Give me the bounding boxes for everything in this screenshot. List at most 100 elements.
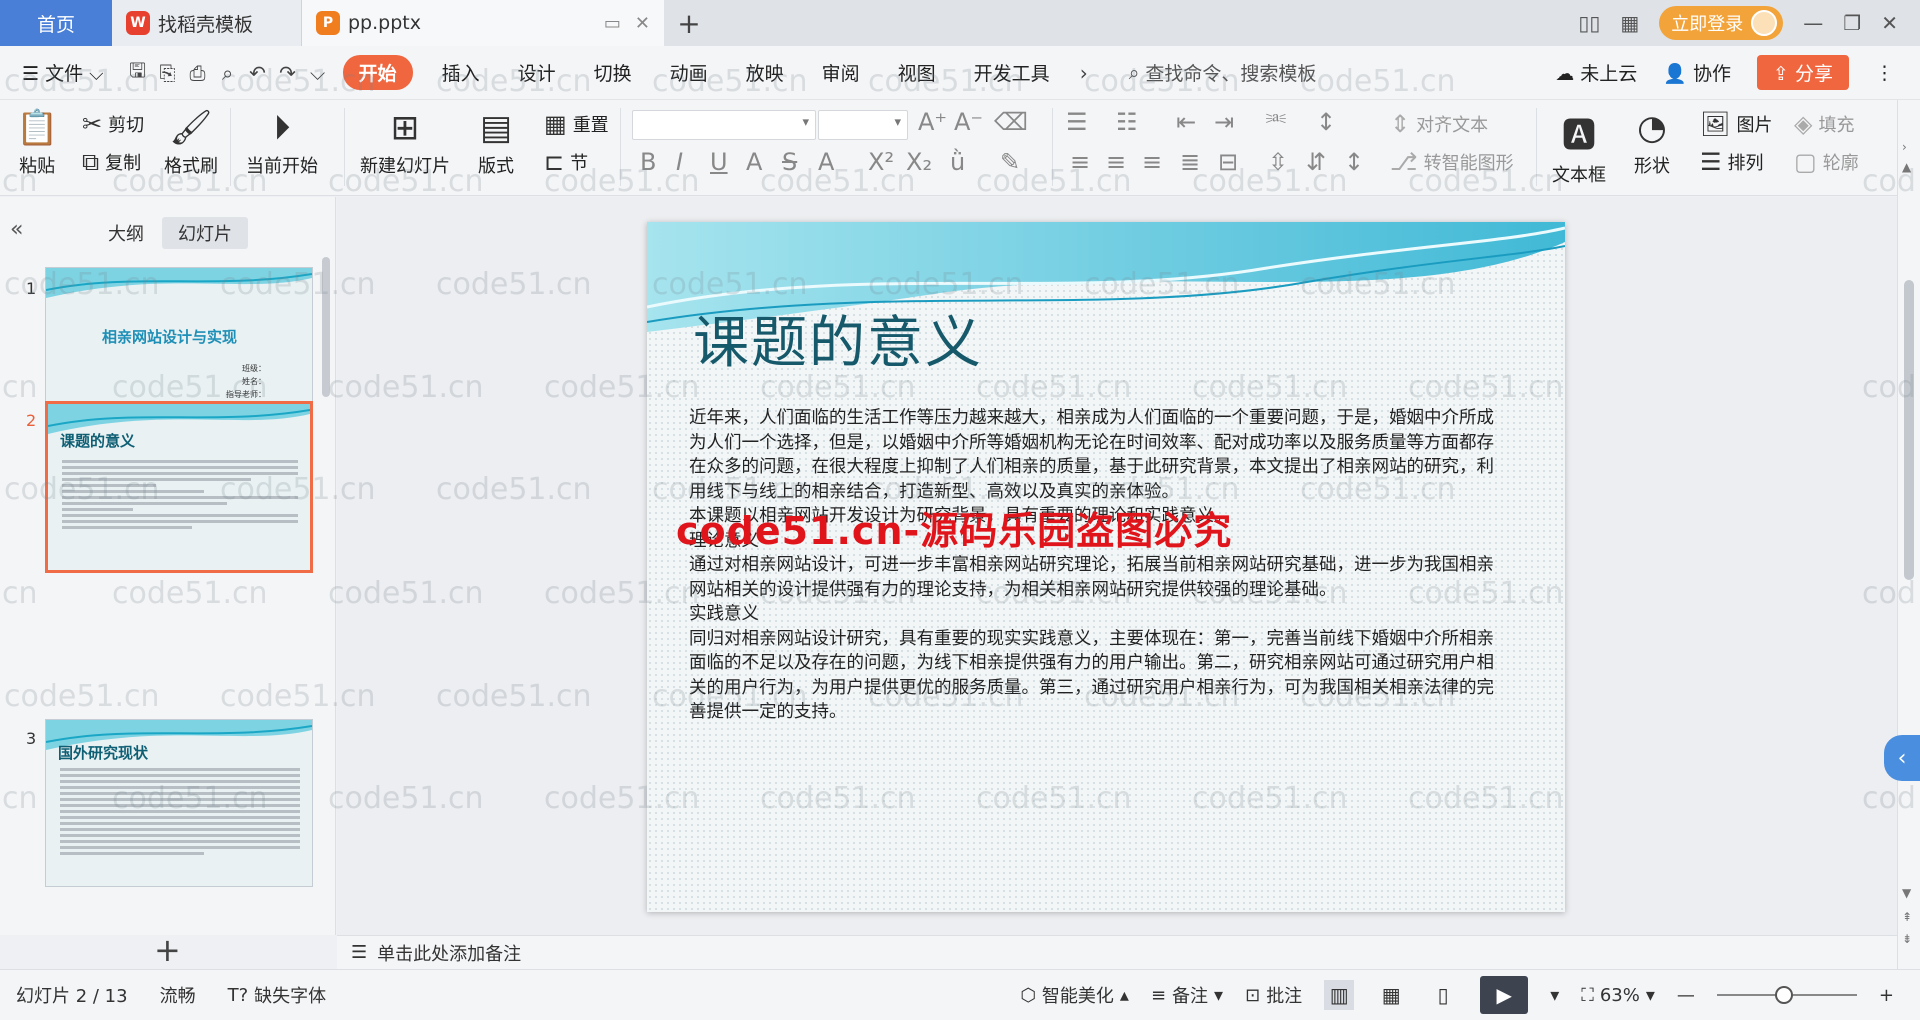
highlight-icon[interactable]: ✎ bbox=[1000, 148, 1020, 176]
fill-button[interactable]: ◈ 填充 bbox=[1794, 110, 1854, 138]
align-left-icon[interactable]: ≡ bbox=[1070, 148, 1090, 176]
slide-body-text[interactable]: 近年来，人们面临的生活工作等压力越来越大，相亲成为人们面临的一个重要问题，于是，… bbox=[689, 406, 1507, 725]
justify-icon[interactable]: ≣ bbox=[1180, 148, 1200, 176]
align-right-icon[interactable]: ≡ bbox=[1142, 148, 1162, 176]
slideshow-play-button[interactable]: ▶ bbox=[1480, 976, 1529, 1014]
side-panel-toggle-icon[interactable]: ‹ bbox=[1884, 735, 1920, 781]
close-window-icon[interactable]: ✕ bbox=[1881, 11, 1898, 35]
menu-insert[interactable]: 插入 bbox=[423, 59, 499, 86]
print-icon[interactable]: ⎙ bbox=[183, 61, 213, 85]
font-family-select[interactable] bbox=[632, 110, 816, 140]
docer-template-tab[interactable]: W 找稻壳模板 bbox=[112, 0, 302, 46]
notes-toggle-button[interactable]: ≡ 备注 ▾ bbox=[1151, 982, 1223, 1008]
document-tab[interactable]: P pp.pptx ▭ ✕ bbox=[302, 0, 664, 46]
scroll-up-icon[interactable]: ▲ bbox=[1902, 160, 1911, 174]
zoom-in-icon[interactable]: + bbox=[1879, 985, 1894, 1006]
layout-button[interactable]: ▤ 版式 bbox=[478, 108, 514, 178]
shrink-font-icon[interactable]: A⁻ bbox=[954, 108, 983, 136]
phonetic-icon[interactable]: ǜ bbox=[950, 148, 965, 176]
page-down-icon[interactable]: ⇟ bbox=[1902, 932, 1912, 946]
fit-window-button[interactable]: ⛶ 63% ▾ bbox=[1581, 985, 1655, 1006]
screen-icon[interactable]: ▭ bbox=[604, 13, 621, 34]
close-tab-icon[interactable]: ✕ bbox=[635, 13, 650, 34]
add-slide-icon[interactable]: + bbox=[154, 931, 181, 969]
collapse-panel-icon[interactable]: « bbox=[10, 217, 23, 242]
paragraph-spacing-icon[interactable]: ⇳ bbox=[1268, 148, 1288, 176]
align-center-icon[interactable]: ≡ bbox=[1106, 148, 1126, 176]
grow-font-icon[interactable]: A⁺ bbox=[918, 108, 947, 136]
cut-button[interactable]: ✂ 剪切 bbox=[82, 110, 144, 138]
superscript-icon[interactable]: X² bbox=[868, 148, 894, 176]
format-painter-button[interactable]: 🖌 格式刷 bbox=[164, 108, 218, 178]
copy-button[interactable]: ⧉ 复制 bbox=[82, 148, 141, 176]
current-slide[interactable]: 课题的意义 近年来，人们面临的生活工作等压力越来越大，相亲成为人们面临的一个重要… bbox=[647, 222, 1565, 912]
comments-button[interactable]: ⊡ 批注 bbox=[1245, 982, 1302, 1008]
save-icon[interactable]: 🖫 bbox=[123, 56, 153, 90]
reading-view-icon[interactable]: ▯ bbox=[1428, 980, 1458, 1010]
chevron-right-icon[interactable]: › bbox=[1069, 61, 1099, 85]
zoom-out-icon[interactable]: — bbox=[1677, 985, 1695, 1006]
home-tab[interactable]: 首页 bbox=[0, 0, 112, 46]
theme-name[interactable]: 流畅 bbox=[160, 982, 196, 1008]
menu-developer[interactable]: 开发工具 bbox=[955, 59, 1069, 86]
menu-slideshow[interactable]: 放映 bbox=[727, 59, 803, 86]
distribute-icon[interactable]: ⊟ bbox=[1218, 148, 1238, 176]
app-grid-icon[interactable]: ▦ bbox=[1620, 11, 1639, 35]
panel-scrollbar[interactable] bbox=[322, 257, 330, 397]
vertical-scrollbar[interactable]: › ▲ ▼ ⇞ ⇟ bbox=[1897, 100, 1920, 969]
font-color-icon[interactable]: A bbox=[818, 148, 834, 176]
scrollbar-thumb[interactable] bbox=[1904, 280, 1914, 580]
bullet-list-icon[interactable]: ☰ bbox=[1066, 108, 1088, 136]
arrange-button[interactable]: ☰ 排列 bbox=[1700, 148, 1764, 176]
underline-icon[interactable]: U bbox=[710, 148, 728, 176]
line-spacing-icon[interactable]: ↕ bbox=[1316, 108, 1336, 136]
new-slide-button[interactable]: ⊞ 新建幻灯片 bbox=[360, 108, 450, 178]
normal-view-icon[interactable]: ▥ bbox=[1324, 980, 1355, 1010]
more-icon[interactable]: ⋮ bbox=[1875, 62, 1894, 84]
menu-design[interactable]: 设计 bbox=[499, 59, 575, 86]
restore-icon[interactable]: ❐ bbox=[1843, 11, 1861, 35]
ribbon-expand-icon[interactable]: › bbox=[1902, 140, 1907, 154]
italic-icon[interactable]: I bbox=[676, 148, 683, 176]
slide-thumbnail-3[interactable]: 国外研究现状 bbox=[45, 719, 313, 887]
share-button[interactable]: ⇪ 分享 bbox=[1757, 55, 1849, 90]
minimize-icon[interactable]: — bbox=[1803, 11, 1823, 35]
strikethrough-icon[interactable]: S bbox=[782, 148, 797, 176]
increase-indent-icon[interactable]: ⇥ bbox=[1214, 108, 1234, 136]
convert-smartart-button[interactable]: ⎇ 转智能图形 bbox=[1390, 148, 1514, 176]
menu-home[interactable]: 开始 bbox=[342, 55, 413, 90]
spacing-dropdown-icon[interactable]: ↕ bbox=[1344, 148, 1364, 176]
paste-button[interactable]: 📋 粘贴 bbox=[16, 108, 58, 178]
align-text-button[interactable]: ⇕ 对齐文本 bbox=[1390, 110, 1488, 138]
command-search[interactable]: ⌕ 查找命令、搜索模板 bbox=[1099, 59, 1317, 86]
menu-transition[interactable]: 切换 bbox=[575, 59, 651, 86]
quick-access-dropdown-icon[interactable]: ⌵ bbox=[303, 61, 333, 85]
text-shadow-icon[interactable]: A bbox=[746, 148, 762, 176]
cloud-status[interactable]: ☁ 未上云 bbox=[1555, 59, 1637, 86]
reset-button[interactable]: ▦ 重置 bbox=[544, 110, 609, 138]
tab-slides[interactable]: 幻灯片 bbox=[162, 217, 248, 249]
zoom-slider[interactable] bbox=[1716, 986, 1857, 1004]
shape-button[interactable]: ◔ 形状 bbox=[1634, 108, 1670, 178]
new-tab-button[interactable]: + bbox=[664, 0, 714, 46]
collaborate-button[interactable]: 👤 协作 bbox=[1663, 59, 1731, 86]
subscript-icon[interactable]: X₂ bbox=[906, 148, 932, 176]
scroll-down-icon[interactable]: ▼ bbox=[1902, 886, 1911, 900]
file-menu[interactable]: ☰ 文件 ⌵ bbox=[22, 59, 123, 86]
menu-review[interactable]: 审阅 bbox=[803, 59, 879, 86]
picture-button[interactable]: 🖼 图片 bbox=[1700, 110, 1772, 138]
export-icon[interactable]: ⎘ bbox=[153, 61, 183, 85]
menu-animation[interactable]: 动画 bbox=[651, 59, 727, 86]
outline-button[interactable]: ▢ 轮廓 bbox=[1794, 148, 1859, 176]
zoom-slider-knob[interactable] bbox=[1774, 986, 1793, 1004]
tab-outline[interactable]: 大纲 bbox=[92, 217, 160, 249]
slide-sorter-icon[interactable]: ▦ bbox=[1376, 980, 1406, 1010]
decrease-indent-icon[interactable]: ⇤ bbox=[1176, 108, 1196, 136]
page-up-icon[interactable]: ⇞ bbox=[1902, 910, 1912, 924]
slide-title[interactable]: 课题的意义 bbox=[693, 298, 983, 379]
textbox-button[interactable]: 🅰 文本框 bbox=[1552, 108, 1606, 187]
missing-font-button[interactable]: T? 缺失字体 bbox=[228, 982, 327, 1008]
font-size-select[interactable] bbox=[818, 110, 908, 140]
slide-thumbnail-2[interactable]: 课题的意义 bbox=[45, 401, 313, 573]
section-button[interactable]: ⊏ 节 bbox=[544, 148, 588, 176]
